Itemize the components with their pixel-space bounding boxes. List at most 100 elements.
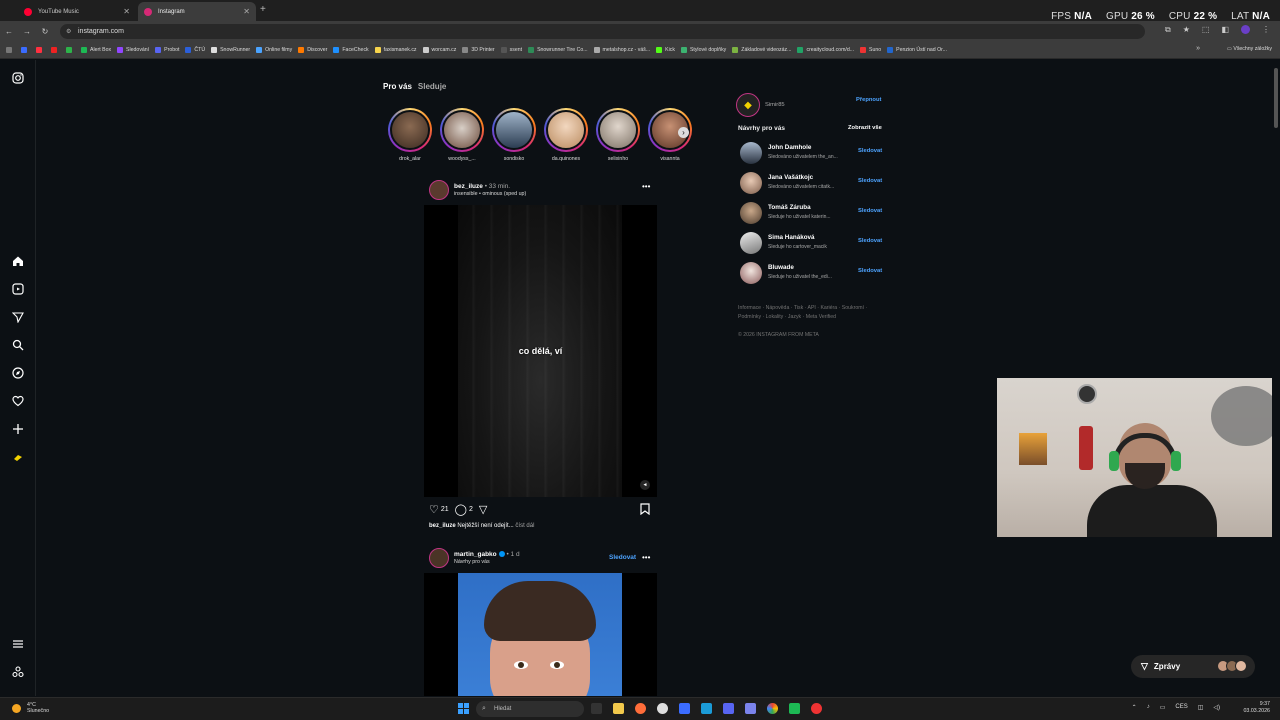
home-icon[interactable]	[11, 254, 25, 268]
suggestion-avatar[interactable]	[740, 262, 762, 284]
more-options-icon[interactable]: •••	[642, 182, 650, 191]
tab-youtube-music[interactable]: YouTube Music ✕	[18, 2, 136, 21]
url-field[interactable]: ⚙ instagram.com	[60, 24, 1145, 39]
bookmark-item[interactable]: Penzion Ústí nad Or...	[887, 46, 947, 53]
bookmark-item[interactable]: FaceCheck	[333, 46, 369, 53]
share-icon[interactable]: ▽	[479, 503, 487, 516]
new-tab-button[interactable]: +	[260, 4, 266, 15]
story-item[interactable]: selixinho	[592, 108, 644, 162]
bookmark-icon[interactable]	[36, 46, 45, 53]
read-more-link[interactable]: číst dál	[515, 523, 534, 529]
app-icon[interactable]	[789, 703, 800, 714]
bookmark-item[interactable]: Suno	[860, 46, 881, 53]
bookmark-item[interactable]: faxismanek.cz	[374, 46, 417, 53]
apps-icon[interactable]	[6, 46, 15, 53]
switch-account-link[interactable]: Přepnout	[856, 97, 881, 103]
follow-button[interactable]: Sledovat	[858, 238, 882, 244]
bookmark-item[interactable]: Sledování	[117, 46, 149, 53]
more-options-icon[interactable]: •••	[642, 553, 650, 562]
follow-button[interactable]: Sledovat	[858, 268, 882, 274]
reels-icon[interactable]	[11, 282, 25, 296]
follow-button[interactable]: Sledovat	[858, 178, 882, 184]
instagram-logo-icon[interactable]	[11, 71, 25, 85]
close-icon[interactable]: ✕	[123, 7, 130, 16]
caption-username[interactable]: bez_iluze	[429, 523, 456, 529]
bookmark-item[interactable]: SnowRunner	[211, 46, 250, 53]
post-video[interactable]: co dělá, ví ◄	[424, 205, 657, 497]
microphone-icon[interactable]: ♪	[1147, 704, 1150, 711]
follow-button[interactable]: Sledovat	[858, 148, 882, 154]
save-bookmark-icon[interactable]	[640, 503, 650, 518]
volume-icon[interactable]: ◁)	[1213, 704, 1220, 711]
extensions-icon[interactable]: ⬚	[1202, 25, 1210, 35]
story-item[interactable]: woodyss_...	[436, 108, 488, 162]
story-item[interactable]: da.quinones	[540, 108, 592, 162]
bookmark-item[interactable]: ČTÚ	[185, 46, 205, 53]
all-bookmarks-folder[interactable]: ▭ Všechny záložky	[1227, 46, 1272, 52]
story-item[interactable]: drok_alar	[384, 108, 436, 162]
search-icon[interactable]	[11, 338, 25, 352]
sidepanel-icon[interactable]: ◧	[1221, 25, 1229, 35]
bookmark-item[interactable]: Discover	[298, 46, 327, 53]
follow-button[interactable]: Sledovat	[609, 554, 636, 561]
like-heart-icon[interactable]: ♡	[429, 503, 439, 516]
app-icon[interactable]	[701, 703, 712, 714]
page-scrollbar[interactable]	[1272, 60, 1280, 696]
windows-start-icon[interactable]	[458, 703, 469, 714]
bookmark-item[interactable]: Probot	[155, 46, 179, 53]
suggestion-avatar[interactable]	[740, 202, 762, 224]
mute-icon[interactable]: ◄	[640, 480, 650, 490]
bookmarks-overflow-icon[interactable]: »	[1196, 45, 1200, 52]
bookmark-item[interactable]: Snowrunner Tire Co...	[528, 46, 588, 53]
close-icon[interactable]: ✕	[243, 7, 250, 16]
suggestion-avatar[interactable]	[740, 172, 762, 194]
suggestion-name[interactable]: Tomáš Záruba	[768, 204, 811, 211]
post-author-name[interactable]: bez_iluze	[454, 183, 483, 190]
task-view-icon[interactable]	[591, 703, 602, 714]
suggestion-name[interactable]: Sima Hanáková	[768, 234, 815, 241]
create-plus-icon[interactable]	[11, 422, 25, 436]
see-all-link[interactable]: Zobrazit vše	[848, 125, 882, 131]
post-author-avatar[interactable]	[429, 548, 449, 568]
bookmark-icon[interactable]	[21, 46, 30, 53]
network-icon[interactable]: ◫	[1198, 704, 1204, 711]
like-count[interactable]: 21	[441, 506, 449, 513]
clock[interactable]: 9:37 03.03.2026	[1243, 701, 1270, 715]
tab-for-you[interactable]: Pro vás	[383, 82, 412, 91]
post-author-avatar[interactable]	[429, 180, 449, 200]
bookmark-icon[interactable]	[66, 46, 75, 53]
app-icon[interactable]	[811, 703, 822, 714]
stories-next-chevron-icon[interactable]: ›	[678, 127, 689, 138]
profile-avatar-icon[interactable]	[11, 450, 25, 464]
language-indicator[interactable]: CES	[1175, 704, 1187, 711]
scrollbar-thumb[interactable]	[1274, 68, 1278, 128]
suggestion-name[interactable]: John Damhole	[768, 144, 811, 151]
direct-send-icon[interactable]	[11, 310, 25, 324]
suggestion-avatar[interactable]	[740, 232, 762, 254]
meta-apps-icon[interactable]	[11, 665, 25, 679]
follow-button[interactable]: Sledovat	[858, 208, 882, 214]
comment-count[interactable]: 2	[469, 506, 473, 513]
bookmark-item[interactable]: Stylové doplňky	[680, 46, 726, 53]
obs-icon[interactable]	[657, 703, 668, 714]
bookmark-item[interactable]: worcam.cz	[422, 46, 456, 53]
tab-following[interactable]: Sleduje	[418, 82, 446, 91]
app-icon[interactable]	[679, 703, 690, 714]
discord-icon[interactable]	[723, 703, 734, 714]
bookmark-item[interactable]: 3D Printer	[462, 46, 495, 53]
hamburger-menu-icon[interactable]	[11, 637, 25, 651]
bookmark-star-icon[interactable]: ★	[1183, 25, 1190, 35]
post-author-name[interactable]: martin_gabko	[454, 551, 497, 558]
bookmark-item[interactable]: Základové videozáz...	[732, 46, 791, 53]
suggestion-name[interactable]: Bluwade	[768, 264, 794, 271]
bookmark-icon[interactable]	[51, 46, 60, 53]
current-user-name[interactable]: Simir85	[765, 102, 785, 108]
post-audio[interactable]: insensible • ominous (sped up)	[454, 191, 526, 197]
weather-widget[interactable]: 4°C Slunečno	[12, 702, 49, 714]
site-info-icon[interactable]: ⚙	[66, 28, 71, 35]
post-image[interactable]	[424, 573, 657, 696]
taskbar-search[interactable]: ⌕ Hledat	[476, 701, 584, 717]
current-user-avatar[interactable]: ◆	[736, 93, 760, 117]
teams-icon[interactable]	[745, 703, 756, 714]
back-icon[interactable]: ←	[0, 27, 18, 36]
